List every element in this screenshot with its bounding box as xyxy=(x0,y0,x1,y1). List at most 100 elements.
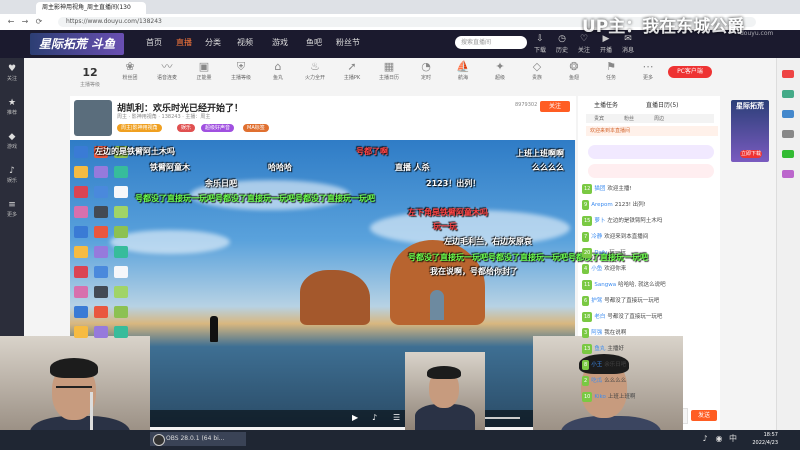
game-side-icon[interactable]: ◆ 游戏 xyxy=(0,132,24,150)
ext-green-icon[interactable] xyxy=(782,90,794,98)
task-icon[interactable]: ⚑ 任务 xyxy=(591,60,631,81)
subtab-merch[interactable]: 周边 xyxy=(654,115,664,122)
ext-purple-icon[interactable] xyxy=(782,170,794,178)
follow-side-icon[interactable]: ♥ 关注 xyxy=(0,64,24,82)
desktop-app-icon[interactable] xyxy=(94,326,108,338)
chat-username[interactable]: 阿强 xyxy=(591,330,602,336)
nav-6[interactable]: 粉丝节 xyxy=(336,35,360,51)
send-button[interactable]: 发送 xyxy=(691,410,717,421)
entertain-side-icon[interactable]: ♪ 娱乐 xyxy=(0,166,24,184)
nav-2[interactable]: 分类 xyxy=(205,35,221,51)
pc-client-button[interactable]: PC客户端 xyxy=(668,66,712,78)
ext-red-icon[interactable] xyxy=(782,70,794,78)
more-icon[interactable]: ⋯ 更多 xyxy=(628,60,668,81)
follow-button[interactable]: 关注 xyxy=(540,101,570,112)
network-icon[interactable]: ◉ xyxy=(714,434,724,444)
desktop-app-icon[interactable] xyxy=(94,226,108,238)
ext-gray-icon[interactable] xyxy=(782,130,794,138)
chat-username[interactable]: 老白 xyxy=(594,314,605,320)
desktop-app-icon[interactable] xyxy=(114,326,128,338)
desktop-app-icon[interactable] xyxy=(94,306,108,318)
chat-username[interactable]: 冷静 xyxy=(591,234,602,240)
download-icon[interactable]: ⇩ 下载 xyxy=(530,34,550,54)
recommend-side-icon[interactable]: ★ 推荐 xyxy=(0,98,24,116)
chat-username[interactable]: Sangwa xyxy=(594,282,616,288)
diamond-icon[interactable]: ◇ 贵族 xyxy=(517,60,557,81)
back-icon[interactable]: ← xyxy=(6,17,16,27)
nav-1[interactable]: 直播 xyxy=(176,35,192,51)
desktop-app-icon[interactable] xyxy=(74,166,88,178)
room-tag[interactable]: 周主|影神用视角 xyxy=(117,124,162,132)
taskbar-clock[interactable]: 18:57 2022/4/23 xyxy=(742,431,778,447)
desktop-app-icon[interactable] xyxy=(74,206,88,218)
chat-username[interactable]: 猫团 xyxy=(594,186,605,192)
chat-username[interactable]: Kiko xyxy=(594,394,606,400)
subtab-fans[interactable]: 粉丝 xyxy=(624,115,634,122)
desktop-app-icon[interactable] xyxy=(94,166,108,178)
present-icon[interactable]: ⌂ 鱼丸 xyxy=(258,60,298,81)
chat-username[interactable]: 小王 xyxy=(591,362,602,368)
desktop-app-icon[interactable] xyxy=(114,246,128,258)
fish-icon[interactable]: ❂ 鱼翅 xyxy=(554,60,594,81)
nav-4[interactable]: 游戏 xyxy=(272,35,288,51)
subtab-vip[interactable]: 贵宾 xyxy=(594,115,604,122)
nav-5[interactable]: 鱼吧 xyxy=(306,35,322,51)
ad-download-button[interactable]: 立即下载 xyxy=(740,150,762,158)
desktop-app-icon[interactable] xyxy=(114,226,128,238)
browser-tab[interactable]: 周主影神用视角_周主直播间(130 xyxy=(36,2,146,14)
chat-username[interactable]: 萝卜 xyxy=(594,218,605,224)
desktop-app-icon[interactable] xyxy=(114,166,128,178)
desktop-app-icon[interactable] xyxy=(94,206,108,218)
desktop-app-icon[interactable] xyxy=(114,186,128,198)
more-side-icon[interactable]: ≡ 更多 xyxy=(0,200,24,218)
nav-0[interactable]: 首页 xyxy=(146,35,162,51)
streamer-avatar[interactable] xyxy=(74,100,112,136)
desktop-app-icon[interactable] xyxy=(74,266,88,278)
desktop-app-icon[interactable] xyxy=(114,306,128,318)
open-stream-icon[interactable]: ▶ 开播 xyxy=(596,34,616,54)
ime-icon[interactable]: 中 xyxy=(728,434,738,444)
desktop-app-icon[interactable] xyxy=(74,226,88,238)
rocket-icon[interactable]: ➚ 主播PK xyxy=(332,60,372,81)
forward-icon[interactable]: → xyxy=(20,17,30,27)
desktop-app-icon[interactable] xyxy=(74,186,88,198)
desktop-app-icon[interactable] xyxy=(114,266,128,278)
room-tag[interactable]: 娱乐 xyxy=(177,124,196,132)
history-icon[interactable]: ◷ 历史 xyxy=(552,34,572,54)
desktop-app-icon[interactable] xyxy=(74,246,88,258)
desktop-app-icon[interactable] xyxy=(74,286,88,298)
nav-3[interactable]: 视频 xyxy=(237,35,253,51)
room-tag[interactable]: MA标签 xyxy=(243,124,269,132)
calendar-icon[interactable]: ▦ 主播日历 xyxy=(369,60,409,81)
clock-icon[interactable]: ◔ 定时 xyxy=(406,60,446,81)
play-icon[interactable]: ▶ xyxy=(352,411,358,425)
ext-blue-icon[interactable] xyxy=(782,110,794,118)
volume-icon[interactable]: ♪ xyxy=(372,411,377,425)
noble-banner[interactable] xyxy=(588,145,714,159)
tab-anchor-tasks[interactable]: 主播任务 xyxy=(594,100,618,109)
chat-username[interactable]: 护驾 xyxy=(591,298,602,304)
desktop-app-icon[interactable] xyxy=(114,286,128,298)
star-icon[interactable]: ✦ 超级 xyxy=(480,60,520,81)
desktop-app-icon[interactable] xyxy=(94,266,108,278)
room-tag[interactable]: 超级好声音 xyxy=(201,124,235,132)
desktop-app-icon[interactable] xyxy=(74,306,88,318)
tab-live-calendar[interactable]: 直播日历(5) xyxy=(646,100,679,109)
message-icon[interactable]: ✉ 消息 xyxy=(618,34,638,54)
voice-icon[interactable]: 〰语音连麦 xyxy=(147,60,187,81)
shield-icon[interactable]: ⛨ 主播等级 xyxy=(221,60,261,81)
follow-icon[interactable]: ♡ 关注 xyxy=(574,34,594,54)
danmaku-toggle-icon[interactable]: ☰ xyxy=(393,411,400,425)
desktop-app-icon[interactable] xyxy=(74,326,88,338)
chat-username[interactable]: 鱼丸 xyxy=(594,346,605,352)
fans-club-icon[interactable]: ❀ 粉丝团 xyxy=(110,60,150,81)
desktop-app-icon[interactable] xyxy=(114,206,128,218)
reload-icon[interactable]: ⟳ xyxy=(34,17,44,27)
desktop-app-icon[interactable] xyxy=(74,146,88,158)
chat-username[interactable]: 吃瓜 xyxy=(591,378,602,384)
desktop-app-icon[interactable] xyxy=(94,286,108,298)
chat-username[interactable]: Arepom xyxy=(591,202,613,208)
site-logo[interactable]: 星际拓荒 斗鱼 xyxy=(30,33,124,55)
fire-icon[interactable]: ♨ 火力全开 xyxy=(295,60,335,81)
gift-banner[interactable] xyxy=(588,164,714,178)
